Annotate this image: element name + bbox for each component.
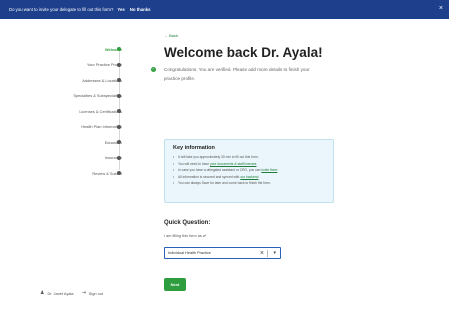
- next-button[interactable]: Next: [164, 278, 186, 291]
- user-icon: ♟: [40, 290, 45, 296]
- back-link[interactable]: ← Back: [164, 33, 178, 38]
- select-divider: [267, 250, 268, 257]
- step-dot-icon: [117, 47, 121, 51]
- step-dot-icon: [117, 171, 121, 175]
- banner-no-thanks-link[interactable]: No thanks: [130, 7, 151, 12]
- info-item-text: All information is secured and synced wi…: [178, 174, 241, 179]
- step-dot-icon: [117, 155, 121, 160]
- step-label: Specialties & Subspecialties: [73, 93, 122, 98]
- step-dot-icon: [117, 124, 121, 129]
- step-dot-icon: [117, 78, 121, 82]
- step-dot-icon: [117, 62, 121, 67]
- step-health-plan[interactable]: Health Plan Information: [40, 122, 130, 132]
- documents-link[interactable]: your documents & staff licenses: [210, 162, 257, 166]
- role-select[interactable]: Individual Health Practice × ▾: [164, 247, 281, 259]
- info-item-text: In case you have a delegated assistant o…: [178, 168, 262, 173]
- info-item: You will need to have your documents & s…: [173, 161, 325, 168]
- step-label: Licenses & Certifications: [79, 108, 122, 114]
- banner-text: Do you want to invite your delegate to f…: [9, 7, 114, 12]
- quick-question-heading: Quick Question:: [164, 220, 211, 226]
- step-specialties[interactable]: Specialties & Subspecialties: [40, 91, 130, 101]
- key-information-box: Key information It will take you approxi…: [164, 139, 334, 203]
- step-dot-icon: [117, 140, 121, 144]
- role-select-value: Individual Health Practice: [168, 251, 211, 255]
- step-review-submit[interactable]: Review & Submit: [40, 168, 130, 178]
- step-insurance[interactable]: Insurance: [40, 153, 130, 163]
- info-item: All information is secured and synced wi…: [173, 174, 325, 181]
- verified-text: Congratulations. You are verified. Pleas…: [164, 67, 310, 81]
- signout-link[interactable]: ⇥ Sign out: [82, 290, 103, 296]
- info-item-text: You can always Save for later and come b…: [178, 181, 271, 186]
- step-label: Health Plan Information: [81, 124, 122, 129]
- step-welcome[interactable]: Welcome: [40, 44, 130, 54]
- chevron-down-icon[interactable]: ▾: [273, 249, 276, 258]
- info-item-text: You will need to have: [178, 161, 210, 166]
- step-licenses[interactable]: Licenses & Certifications: [40, 106, 130, 116]
- sidebar-footer: ♟ Dr. Janet Ayala ⇥ Sign out: [40, 290, 111, 296]
- step-dot-icon: [117, 93, 121, 98]
- step-dot-icon: [117, 109, 121, 113]
- signout-icon: ⇥: [81, 290, 86, 296]
- info-item: It will take you approximately 30 min to…: [173, 154, 325, 161]
- close-icon[interactable]: ×: [439, 5, 443, 13]
- info-item-text: It will take you approximately 30 min to…: [178, 155, 259, 159]
- role-field-label: I am filling this form as a*: [164, 234, 207, 238]
- info-list: It will take you approximately 30 min to…: [173, 154, 325, 187]
- step-addresses[interactable]: Addresses & Locations: [40, 75, 130, 85]
- signout-label: Sign out: [88, 290, 104, 296]
- backend-link[interactable]: our backend: [240, 175, 258, 179]
- invite-delegate-banner: Do you want to invite your delegate to f…: [0, 0, 449, 19]
- invite-link[interactable]: invite them: [261, 168, 277, 172]
- check-circle-icon: ✓: [151, 67, 156, 72]
- account-label: Dr. Janet Ayala: [47, 290, 74, 296]
- step-practice-profile[interactable]: Your Practice Profile: [40, 60, 130, 70]
- clear-x-icon[interactable]: ×: [260, 249, 264, 258]
- info-title: Key information: [173, 145, 215, 151]
- account-link[interactable]: ♟ Dr. Janet Ayala: [40, 290, 74, 296]
- info-item: In case you have a delegated assistant o…: [173, 167, 325, 174]
- banner-yes-link[interactable]: Yes: [117, 7, 124, 12]
- info-item: You can always Save for later and come b…: [173, 180, 325, 187]
- step-education[interactable]: Education: [40, 137, 130, 147]
- page-title: Welcome back Dr. Ayala!: [164, 45, 323, 60]
